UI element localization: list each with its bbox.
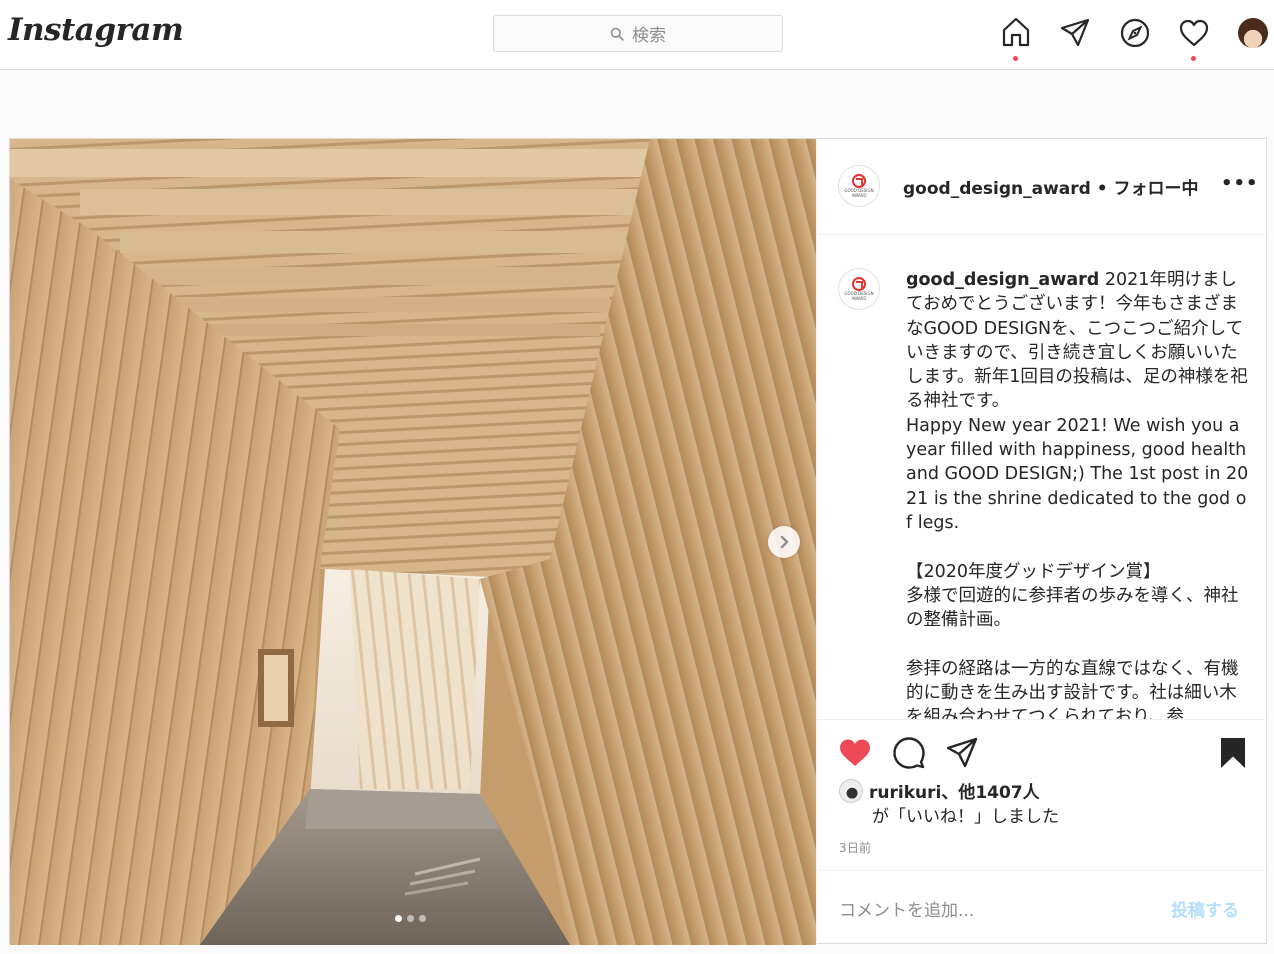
post-card: GOOD DESIGN AWARD good_design_award • フォ… — [9, 138, 1268, 945]
post-photo[interactable] — [10, 139, 816, 945]
post-comment-button[interactable]: 投稿する — [1171, 896, 1239, 921]
caption-username[interactable]: good_design_award — [906, 270, 1099, 290]
post-timestamp[interactable]: 3日前 — [839, 839, 871, 856]
good-design-avatar[interactable]: GOOD DESIGN AWARD — [838, 165, 880, 207]
bookmark-icon[interactable] — [1216, 736, 1250, 770]
search-icon — [610, 27, 624, 41]
shrine-tunnel-image — [10, 139, 816, 945]
avatar-logo-text: AWARD — [851, 193, 867, 198]
post-header: GOOD DESIGN AWARD good_design_award • フォ… — [817, 139, 1268, 235]
instagram-logo[interactable]: Instagram — [8, 12, 184, 48]
carousel-dot — [407, 915, 414, 922]
post-author-username[interactable]: good_design_award — [903, 179, 1091, 199]
carousel-indicator — [395, 915, 426, 922]
home-icon[interactable] — [1000, 16, 1032, 48]
good-design-logo-icon — [852, 277, 866, 291]
activity-heart-icon[interactable] — [1178, 17, 1210, 49]
caption-avatar[interactable]: GOOD DESIGN AWARD — [838, 268, 880, 310]
like-heart-icon[interactable] — [838, 736, 872, 770]
more-options-icon[interactable]: ••• — [1221, 173, 1259, 194]
post-side-panel: GOOD DESIGN AWARD good_design_award • フォ… — [816, 139, 1268, 945]
liker-username[interactable]: rurikuri — [869, 783, 941, 803]
top-navigation: Instagram 検索 — [0, 0, 1274, 70]
follow-status[interactable]: • フォロー中 — [1097, 179, 1199, 199]
caption-body: 2021年明けましておめでとうございます！今年もさまざまなGOOD DESIGN… — [906, 270, 1249, 720]
comment-input[interactable]: コメントを追加... — [839, 896, 974, 921]
explore-icon[interactable] — [1119, 17, 1151, 49]
carousel-dot — [419, 915, 426, 922]
post-actions — [817, 720, 1268, 780]
comment-box: コメントを追加... 投稿する — [817, 870, 1268, 945]
direct-icon[interactable] — [1059, 17, 1091, 49]
caption-section: GOOD DESIGN AWARD good_design_award 2021… — [817, 236, 1268, 720]
profile-avatar[interactable] — [1238, 18, 1268, 48]
home-notification-dot — [1013, 56, 1018, 61]
search-input[interactable]: 検索 — [493, 15, 783, 52]
avatar-logo-text: AWARD — [851, 296, 867, 301]
carousel-dot — [395, 915, 402, 922]
share-icon[interactable] — [945, 736, 979, 770]
liker-avatar[interactable] — [839, 779, 863, 803]
good-design-logo-icon — [852, 174, 866, 188]
caption-text: good_design_award 2021年明けましておめでとうございます！今… — [906, 268, 1251, 720]
comment-icon[interactable] — [892, 736, 926, 770]
chevron-right-icon — [780, 535, 789, 549]
post-author: good_design_award • フォロー中 — [903, 174, 1199, 199]
likes-count[interactable]: 、他1407人 — [941, 783, 1039, 803]
activity-notification-dot — [1191, 56, 1196, 61]
likes-summary: rurikuri、他1407人 が「いいね！」しました — [839, 779, 1259, 829]
carousel-next-button[interactable] — [768, 526, 800, 558]
likes-suffix: が「いいね！」しました — [872, 807, 1059, 827]
search-placeholder: 検索 — [632, 26, 666, 46]
